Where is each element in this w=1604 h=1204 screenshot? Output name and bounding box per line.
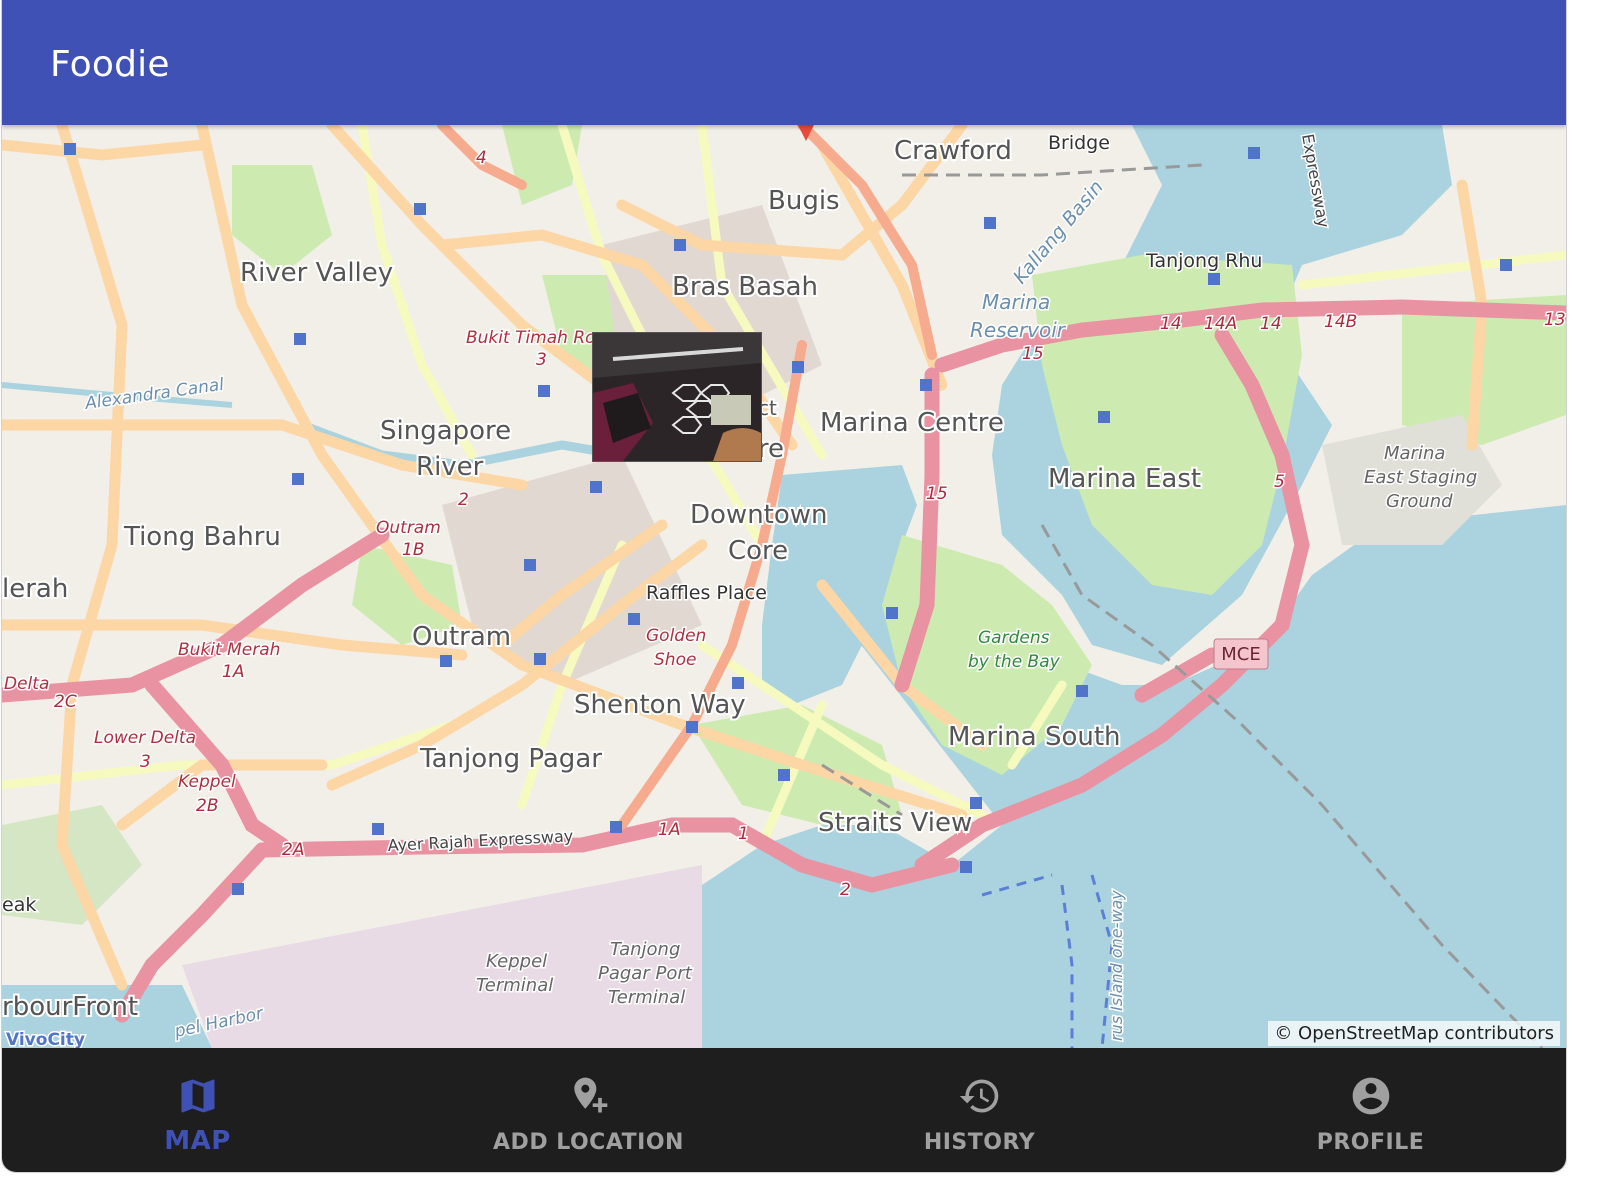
- road-number: 14: [1260, 314, 1282, 334]
- place-label: Terminal: [608, 987, 685, 1008]
- place-label: River Valley: [240, 258, 393, 288]
- nav-item-profile[interactable]: PROFILE: [1175, 1048, 1566, 1172]
- road-number: 2: [458, 490, 469, 510]
- place-label: lerah: [2, 574, 68, 604]
- road-label: Outram: [376, 518, 441, 538]
- place-label: East Staging: [1364, 467, 1477, 488]
- map-icon: [181, 1079, 214, 1113]
- nav-item-map[interactable]: MAP: [2, 1048, 393, 1172]
- road-label: Bukit Timah Roa: [466, 328, 606, 348]
- place-label: Terminal: [476, 975, 553, 996]
- place-label: Marina East: [1048, 464, 1201, 494]
- place-label: rbourFront: [2, 992, 138, 1022]
- nav-label-history: HISTORY: [923, 1130, 1036, 1155]
- road-number: 3: [536, 350, 547, 370]
- map-view[interactable]: MCE Crawford Bugis River Valley Bras Bas…: [2, 125, 1566, 1048]
- place-label: Outram: [412, 622, 511, 652]
- place-label: Tanjong Rhu: [1145, 250, 1262, 272]
- road-label: Bukit Merah: [178, 640, 280, 660]
- road-number: 15: [926, 484, 948, 504]
- place-label: Bras Basah: [672, 272, 818, 302]
- road-number: 1B: [402, 540, 424, 560]
- bottom-navigation: MAP ADD LOCATION HISTORY PROFILE: [2, 1048, 1566, 1172]
- road-number: 3: [140, 752, 151, 772]
- road-label: Golden: [646, 626, 706, 646]
- road-number: 4: [476, 148, 487, 168]
- place-label: Bugis: [768, 186, 840, 216]
- road-label: Delta: [4, 674, 49, 694]
- road-number: 15: [1022, 344, 1044, 364]
- food-photo-marker[interactable]: [592, 332, 762, 462]
- app-title: Foodie: [50, 44, 170, 85]
- road-number: 14A: [1204, 314, 1237, 334]
- add-location-icon: [573, 1077, 607, 1113]
- map-tiles[interactable]: MCE Crawford Bugis River Valley Bras Bas…: [2, 125, 1566, 1048]
- nav-label-add-location: ADD LOCATION: [493, 1130, 684, 1155]
- park-label: Gardens: [978, 628, 1050, 648]
- nav-item-history[interactable]: HISTORY: [784, 1048, 1175, 1172]
- road-number: 1A: [222, 662, 244, 682]
- food-photo-thumbnail: [593, 333, 761, 461]
- road-number: 2C: [54, 692, 77, 712]
- nav-label-profile: PROFILE: [1316, 1130, 1425, 1155]
- road-number: 1A: [658, 820, 680, 840]
- nav-item-add-location[interactable]: ADD LOCATION: [393, 1048, 784, 1172]
- account-circle-icon: [1352, 1077, 1389, 1115]
- place-label: Marina South: [948, 722, 1121, 752]
- place-label: Singapore: [380, 416, 511, 446]
- place-label: eak: [2, 894, 36, 916]
- place-label: Keppel: [486, 951, 547, 972]
- nav-label-map: MAP: [164, 1126, 231, 1156]
- road-label: Keppel: [178, 772, 236, 792]
- app-bar: Foodie: [2, 0, 1566, 125]
- road-number: 2B: [196, 796, 218, 816]
- road-number: 2: [840, 880, 851, 900]
- place-label: Straits View: [818, 808, 972, 838]
- place-label: Crawford: [894, 136, 1012, 166]
- road-number: 1: [738, 824, 749, 844]
- place-label: Shenton Way: [574, 690, 746, 720]
- place-label: Core: [728, 536, 788, 566]
- road-number: 5: [1274, 472, 1285, 492]
- poi-label: VivoCity: [6, 1030, 85, 1048]
- place-label: Ground: [1386, 491, 1453, 512]
- place-label: Marina Centre: [820, 408, 1004, 438]
- place-label: Downtown: [690, 500, 828, 530]
- road-number: 13: [1544, 310, 1566, 330]
- place-label: Pagar Port: [598, 963, 693, 984]
- place-label: Tanjong Pagar: [419, 744, 602, 774]
- history-icon: [959, 1079, 998, 1113]
- map-attribution[interactable]: © OpenStreetMap contributors: [1268, 1021, 1560, 1046]
- road-label: Lower Delta: [94, 728, 196, 748]
- park-label: by the Bay: [968, 652, 1061, 672]
- place-label: Tiong Bahru: [123, 522, 281, 552]
- place-label: Bridge: [1048, 132, 1110, 154]
- road-label: Shoe: [654, 650, 696, 670]
- app-window: Foodie MCE Crawford Bugis River Valley B…: [2, 0, 1566, 1172]
- place-label: River: [416, 452, 484, 482]
- water-label: Marina: [982, 290, 1050, 314]
- water-label: rus Island one-way: [1107, 890, 1126, 1041]
- road-number: 2A: [282, 840, 304, 860]
- place-label: Raffles Place: [646, 582, 767, 604]
- mce-label: MCE: [1221, 644, 1260, 665]
- place-label: Tanjong: [610, 939, 680, 960]
- water-label: Reservoir: [970, 318, 1067, 342]
- place-label: Marina: [1384, 443, 1445, 464]
- road-number: 14B: [1324, 312, 1357, 332]
- road-number: 14: [1160, 314, 1182, 334]
